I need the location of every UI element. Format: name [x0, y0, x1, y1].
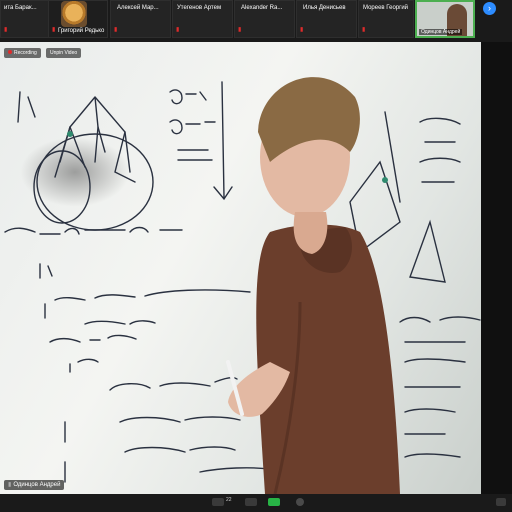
recording-indicator[interactable]: Recording	[4, 48, 41, 58]
mic-icon: ▮	[8, 482, 12, 488]
participant-name: Григорий Редько	[58, 28, 105, 34]
participant-tile[interactable]: Alexander Ra... ▮	[234, 0, 295, 38]
side-panel-edge	[481, 42, 512, 494]
unpin-video-button[interactable]: Unpin Video	[46, 48, 82, 58]
record-dot-icon	[8, 50, 12, 54]
mic-muted-icon: ▮	[300, 27, 304, 33]
chat-icon[interactable]	[245, 498, 257, 506]
record-icon[interactable]	[296, 498, 304, 506]
participant-tile[interactable]: Утегенов Артем ▮	[172, 0, 233, 38]
mic-muted-icon: ▮	[4, 27, 8, 33]
participant-name: ита Барак...	[4, 5, 37, 11]
participant-name: Илья Денисьев	[303, 5, 346, 11]
share-screen-icon[interactable]	[268, 498, 280, 506]
mic-muted-icon: ▮	[52, 27, 56, 33]
mic-muted-icon: ▮	[362, 27, 366, 33]
participant-tile[interactable]: Илья Денисьев ▮	[296, 0, 357, 38]
participant-name: Алексей Мар...	[117, 5, 159, 11]
meeting-toolbar: 22	[0, 494, 512, 512]
avatar	[61, 1, 87, 27]
unpin-video-label: Unpin Video	[50, 50, 78, 56]
recording-label: Recording	[14, 50, 37, 56]
main-video: Recording Unpin Video ▮ Одинцов Андрей	[0, 42, 481, 494]
participant-tile[interactable]: Алексей Мар... ▮	[110, 0, 171, 38]
participant-tile[interactable]: Мореев Георгий ▮	[358, 0, 414, 38]
self-view-name: Одинцов Андрей	[419, 29, 463, 35]
participant-name: Утегенов Артем	[177, 5, 222, 11]
participant-tile[interactable]: ▮ Григорий Редько	[48, 0, 108, 38]
speaker-name: Одинцов Андрей	[13, 482, 61, 488]
mic-muted-icon: ▮	[176, 27, 180, 33]
mic-muted-icon: ▮	[114, 27, 118, 33]
participant-name: Alexander Ra...	[241, 5, 283, 11]
participant-strip: ита Барак... ▮ ▮ Григорий Редько Алексей…	[0, 0, 512, 42]
participants-count: 22	[226, 497, 232, 503]
mic-muted-icon: ▮	[238, 27, 242, 33]
speaker-name-label: ▮ Одинцов Андрей	[4, 480, 65, 490]
participants-icon[interactable]	[212, 498, 224, 506]
self-view-tile[interactable]: Одинцов Андрей	[415, 0, 475, 38]
leave-icon[interactable]	[496, 498, 506, 506]
whiteboard-video-frame	[4, 77, 481, 494]
participant-name: Мореев Георгий	[363, 5, 409, 11]
next-page-button[interactable]: ›	[483, 2, 496, 15]
